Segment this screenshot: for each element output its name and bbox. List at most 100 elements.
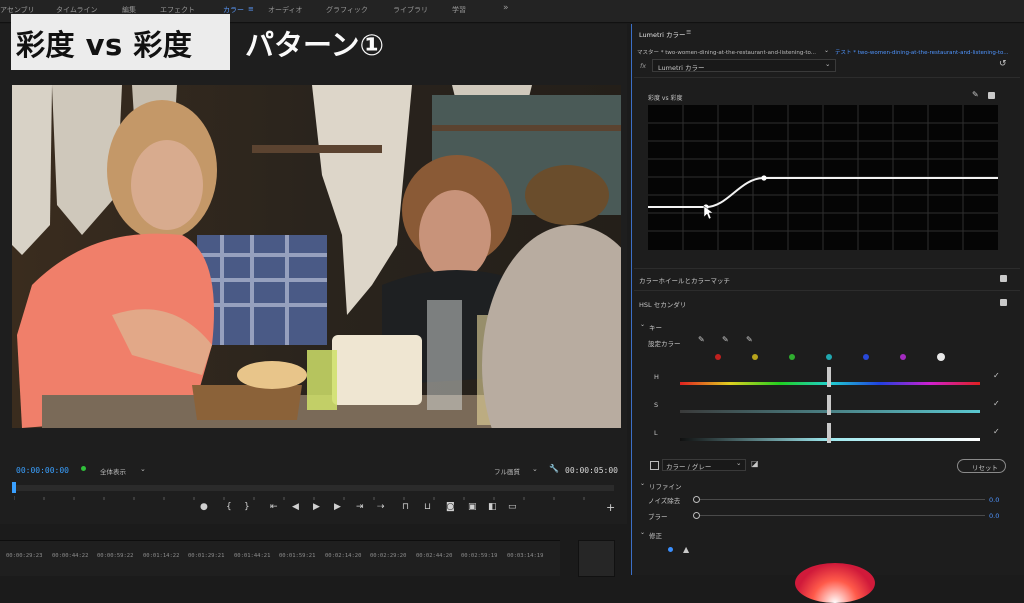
safe-margins-icon[interactable]: ▭ (508, 502, 517, 512)
quality-dropdown-chevron-icon[interactable]: ⌄ (532, 465, 538, 473)
mark-out-icon[interactable]: } (244, 502, 250, 512)
current-timecode[interactable]: 00:00:00:00 (16, 466, 69, 475)
video-image (12, 85, 621, 428)
denoise-slider-handle[interactable] (693, 496, 700, 503)
hsl-row-label: L (654, 429, 658, 437)
render-status-dot (81, 466, 86, 471)
correction-collapse-chevron-icon[interactable]: ⌄ (640, 529, 645, 536)
title-overlay-subtitle: パターン① (245, 28, 385, 62)
panel-menu-icon[interactable]: ≡ (686, 28, 691, 36)
cursor-icon (703, 205, 714, 220)
reset-effect-icon[interactable]: ↺ (999, 59, 1007, 69)
audio-meter (578, 540, 615, 577)
fit-dropdown[interactable]: 全体表示 (100, 466, 126, 476)
denoise-label: ノイズ除去 (648, 497, 681, 505)
denoise-value[interactable]: 0.0 (989, 496, 999, 504)
eyedropper-subtract-icon[interactable]: ✎ (746, 335, 753, 344)
camera-icon[interactable]: ◙ (446, 502, 455, 512)
swatch-green[interactable] (789, 354, 795, 360)
step-forward-icon[interactable]: ▶ (334, 502, 341, 512)
hsl-section-header[interactable]: HSL セカンダリ (639, 299, 686, 309)
reset-button[interactable]: リセット (957, 459, 1006, 473)
eyedropper-add-icon[interactable]: ✎ (722, 335, 729, 344)
correction-wheel-icon[interactable]: ▲ (683, 545, 689, 554)
mask-view-dropdown[interactable]: カラー / グレー ⌄ (662, 459, 746, 471)
eyedropper-icon[interactable]: ✎ (698, 335, 705, 344)
hue-slider-handle[interactable] (827, 367, 831, 387)
mark-in-icon[interactable]: { (226, 502, 232, 512)
workspace-more-icon[interactable]: » (503, 3, 509, 13)
colorwheel-section-header[interactable]: カラーホイールとカラーマッチ (639, 275, 730, 285)
show-mask-checkbox[interactable] (650, 461, 659, 470)
split-view-icon[interactable]: ◧ (488, 502, 497, 512)
invert-mask-icon[interactable]: ◪ (751, 459, 759, 468)
effect-dropdown[interactable]: Lumetri カラー ⌄ (652, 59, 836, 72)
blur-slider-track[interactable] (697, 515, 985, 516)
lift-icon[interactable]: ⊓ (402, 502, 409, 512)
saturation-slider-handle[interactable] (827, 395, 831, 415)
reset-button-label: リセット (972, 464, 998, 472)
fx-badge: fx (640, 62, 647, 70)
hsl-row-label: S (654, 401, 659, 409)
add-button-icon[interactable]: + (606, 501, 615, 514)
ruler-timecode: 00:01:59:21 (279, 553, 316, 559)
go-to-out-icon[interactable]: ⇥ (356, 502, 364, 512)
lightness-check-icon[interactable]: ✓ (993, 427, 1000, 436)
timeline-ruler[interactable]: 00:00:29:23 00:00:44:22 00:00:59:22 00:0… (0, 540, 560, 576)
blur-slider-handle[interactable] (693, 512, 700, 519)
ruler-timecode: 00:00:59:22 (97, 553, 134, 559)
key-collapse-chevron-icon[interactable]: ⌄ (640, 321, 645, 328)
lightness-slider-handle[interactable] (827, 423, 831, 443)
curve-control-point (761, 175, 767, 181)
mask-view-chevron-icon: ⌄ (736, 459, 742, 467)
blur-value[interactable]: 0.0 (989, 512, 999, 520)
lumetri-panel-title[interactable]: Lumetri カラー (639, 29, 686, 39)
ruler-timecode: 00:01:29:21 (188, 553, 225, 559)
curve-canvas[interactable] (648, 105, 998, 250)
mask-view-label: カラー / グレー (666, 463, 712, 471)
workspace-tab-libraries[interactable]: ライブラリ (393, 5, 428, 15)
comparison-view-icon[interactable]: ▣ (468, 502, 477, 512)
quality-dropdown[interactable]: フル画質 (494, 466, 520, 476)
color-wheel[interactable] (795, 563, 875, 603)
sat-vs-sat-curve-graph[interactable] (648, 105, 998, 250)
step-back-icon[interactable]: ◀ (292, 502, 299, 512)
eyedropper-icon[interactable]: ✎ (972, 90, 979, 99)
play-icon[interactable]: ▶ (313, 502, 320, 512)
swatch-red[interactable] (715, 354, 721, 360)
target-clip-label[interactable]: テスト * two-women-dining-at-the-restaurant… (835, 48, 1015, 56)
insert-icon[interactable]: ⇢ (377, 502, 385, 512)
workspace-menu-icon[interactable]: ≡ (248, 5, 254, 13)
master-clip-chevron-icon[interactable]: ⌄ (824, 47, 829, 54)
fit-dropdown-chevron-icon[interactable]: ⌄ (140, 465, 146, 473)
hue-check-icon[interactable]: ✓ (993, 371, 1000, 380)
correction-mode-dot[interactable] (668, 547, 673, 552)
master-clip-label[interactable]: マスター * two-women-dining-at-the-restauran… (637, 48, 822, 56)
scrub-bar[interactable] (13, 485, 614, 500)
swatch-white[interactable] (937, 353, 945, 361)
workspace-tab-graphics[interactable]: グラフィック (326, 5, 368, 15)
colorwheel-section-checkbox[interactable] (1000, 275, 1007, 282)
refine-label: リファイン (649, 483, 682, 491)
curve-enable-checkbox[interactable] (988, 92, 995, 99)
ruler-timecode: 00:01:44:21 (234, 553, 271, 559)
swatch-yellow[interactable] (752, 354, 758, 360)
swatch-magenta[interactable] (900, 354, 906, 360)
swatch-cyan[interactable] (826, 354, 832, 360)
ruler-timecode: 00:01:14:22 (143, 553, 180, 559)
extract-icon[interactable]: ⊔ (424, 502, 431, 512)
saturation-check-icon[interactable]: ✓ (993, 399, 1000, 408)
video-frame (12, 85, 621, 428)
key-label: キー (649, 324, 662, 332)
hsl-section-checkbox[interactable] (1000, 299, 1007, 306)
go-to-in-icon[interactable]: ⇤ (270, 502, 278, 512)
workspace-tab-learn[interactable]: 学習 (452, 5, 466, 15)
wrench-icon[interactable]: 🔧 (549, 464, 559, 473)
refine-collapse-chevron-icon[interactable]: ⌄ (640, 480, 645, 487)
denoise-slider-track[interactable] (697, 499, 985, 500)
swatch-blue[interactable] (863, 354, 869, 360)
workspace-tab-audio[interactable]: オーディオ (268, 5, 303, 15)
divider (634, 268, 1020, 269)
marker-icon[interactable]: ● (200, 502, 208, 512)
playhead[interactable] (12, 482, 16, 493)
